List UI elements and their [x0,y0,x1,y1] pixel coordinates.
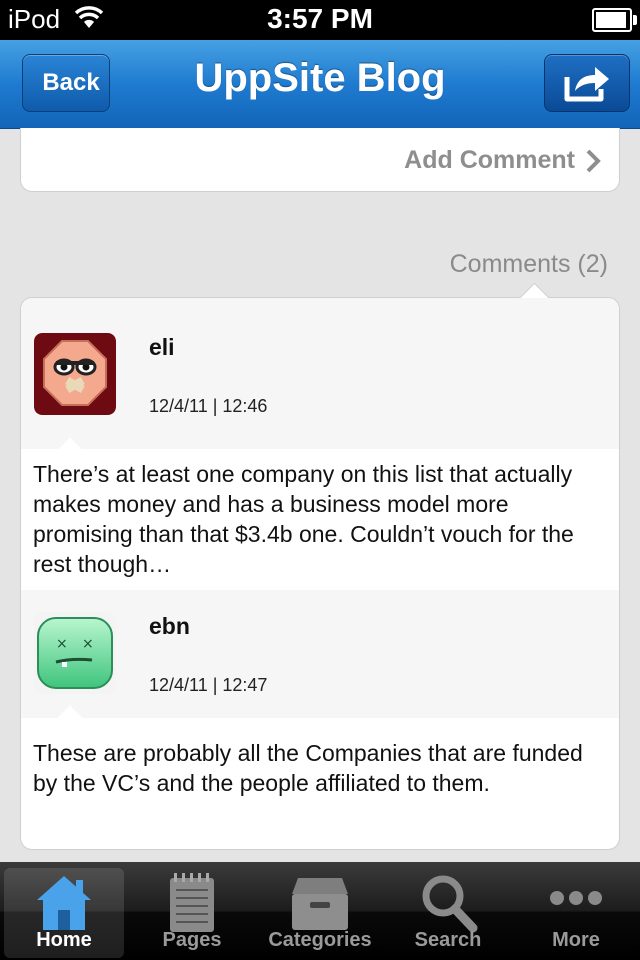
tab-pages[interactable]: Pages [132,868,252,958]
svg-text:×: × [56,636,68,652]
status-time: 3:57 PM [267,3,373,34]
comments-card: eli 12/4/11 | 12:46 There’s at least one… [20,282,620,850]
comment-body: There’s at least one company on this lis… [33,461,574,577]
tab-search[interactable]: Search [388,868,508,958]
comments-count-label: Comments (2) [449,250,608,278]
avatar-icon: × × [34,612,116,694]
magnifier-icon [422,875,478,933]
svg-text:×: × [82,636,94,652]
tab-more[interactable]: More [516,868,636,958]
comment-date: 12/4/11 | 12:47 [149,675,268,695]
battery-icon [592,8,637,32]
tab-label: Pages [162,929,222,951]
notepad-icon [170,873,214,932]
tab-home[interactable]: Home [4,868,124,958]
comment-author[interactable]: eli [149,334,175,361]
comment-body: These are probably all the Companies tha… [33,740,583,796]
tab-categories[interactable]: Categories [260,868,380,958]
chevron-right-icon [586,149,601,172]
home-icon [37,876,91,930]
tab-label: Categories [268,929,372,951]
post-card: Add Comment [20,128,620,192]
navigation-bar: Back UppSite Blog [0,40,640,129]
tab-bar: Home Pages Categories Search More [0,862,640,960]
share-icon [564,67,609,102]
comment-date: 12/4/11 | 12:46 [149,396,268,416]
status-bar: iPod 3:57 PM [0,0,640,40]
tab-label: More [552,929,600,951]
archive-box-icon [292,878,348,930]
tab-label: Search [414,929,482,951]
tab-label: Home [36,929,92,951]
add-comment-label: Add Comment [404,146,575,174]
add-comment-button[interactable]: Add Comment [404,146,601,175]
avatar-icon [34,333,116,415]
more-dots-icon [550,891,602,905]
comment-author[interactable]: ebn [149,613,190,640]
share-button[interactable] [544,54,630,112]
